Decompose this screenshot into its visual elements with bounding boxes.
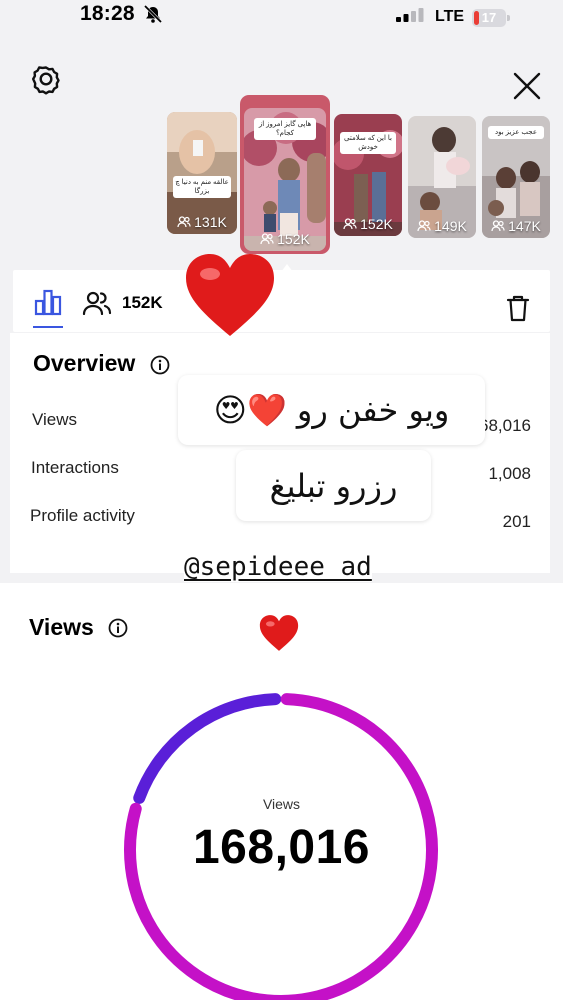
info-icon[interactable] [108,618,128,638]
story-count: 149K [434,218,467,234]
story-caption: عالقه منم به دنیا چ بزرگا [173,176,231,198]
audience-count: 152K [122,293,163,312]
heart-sticker-large [186,254,274,336]
story-viewers: 147K [482,218,550,234]
story-count: 152K [277,231,310,247]
heart-sticker-small [259,615,299,651]
story-thumbnail[interactable]: 149K [408,116,476,238]
people-icon[interactable] [82,291,112,315]
metric-value-interactions: 1,008 [488,464,531,483]
info-icon[interactable] [150,355,170,375]
close-icon[interactable] [511,70,543,102]
status-time: 18:28 [80,2,135,25]
gear-icon[interactable] [30,63,62,95]
story-viewers: 131K [167,214,237,230]
mention-link[interactable]: @sepideee_ad [184,552,372,582]
bell-off-icon [143,5,163,23]
story-count: 152K [360,216,393,232]
carrier-label: LTE [435,8,465,25]
bar-chart-icon[interactable] [34,288,62,316]
ad-booking-text: رزرو تبلیغ [269,466,398,505]
story-caption: با این که سلامتی خودش [340,132,396,154]
battery-percent: 17 [481,10,497,25]
story-viewers: 149K [408,218,476,234]
promo-sticker-text: ویو خفن رو [296,391,450,429]
story-viewers: 152K [244,231,326,247]
donut-segment-followers [133,693,282,804]
trash-icon[interactable] [506,294,530,322]
emoji-sticker: 😍❤️ [213,391,287,429]
story-thumbnail[interactable]: عالقه منم به دنیا چ بزرگا 131K [167,112,237,234]
story-caption: هاپی گایز امروز از کجام؟ [254,118,316,140]
views-title: Views [29,614,94,640]
overview-title: Overview [33,350,136,376]
promo-sticker: 😍❤️ ویو خفن رو [178,375,485,445]
story-thumbnail[interactable]: عجب عزیز بود 147K [482,116,550,238]
metric-value-profile-activity: 201 [502,512,531,531]
metric-label-profile-activity: Profile activity [30,506,135,525]
selected-story-pointer [278,264,296,276]
story-viewers: 152K [334,216,402,232]
metric-label-views: Views [32,410,78,429]
story-thumbnail-selected[interactable]: هاپی گایز امروز از کجام؟ 152K [244,108,326,251]
battery-icon: 17 [472,9,510,27]
story-count: 147K [508,218,541,234]
signal-icon [396,8,424,22]
story-caption: عجب عزیز بود [488,126,544,139]
donut-label: Views [262,796,301,812]
ad-booking-sticker: رزرو تبلیغ [236,450,431,521]
active-tab-indicator [33,326,63,328]
metric-label-interactions: Interactions [31,458,119,477]
donut-value: 168,016 [192,821,370,874]
story-count: 131K [194,214,227,230]
story-thumbnail[interactable]: با این که سلامتی خودش 152K [334,114,402,236]
